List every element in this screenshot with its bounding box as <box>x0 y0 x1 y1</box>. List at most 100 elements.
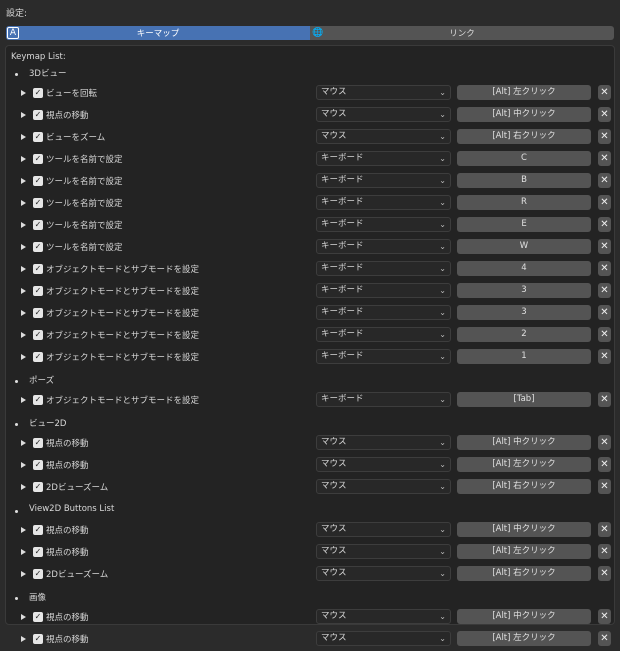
enabled-checkbox[interactable]: ✓ <box>33 395 43 405</box>
remove-item-button[interactable]: ✕ <box>598 151 611 166</box>
enabled-checkbox[interactable]: ✓ <box>33 264 43 274</box>
enabled-checkbox[interactable]: ✓ <box>33 176 43 186</box>
input-type-dropdown[interactable]: キーボード ⌄ <box>316 239 451 254</box>
enabled-checkbox[interactable]: ✓ <box>33 482 43 492</box>
key-binding-button[interactable]: [Alt] 左クリック <box>457 457 591 472</box>
expand-triangle-icon[interactable] <box>21 134 26 140</box>
key-binding-button[interactable]: [Alt] 右クリック <box>457 479 591 494</box>
expand-triangle-icon[interactable] <box>21 244 26 250</box>
enabled-checkbox[interactable]: ✓ <box>33 634 43 644</box>
remove-item-button[interactable]: ✕ <box>598 522 611 537</box>
key-binding-button[interactable]: [Alt] 左クリック <box>457 631 591 646</box>
key-binding-button[interactable]: R <box>457 195 591 210</box>
enabled-checkbox[interactable]: ✓ <box>33 110 43 120</box>
remove-item-button[interactable]: ✕ <box>598 392 611 407</box>
remove-item-button[interactable]: ✕ <box>598 457 611 472</box>
keymap-group-header[interactable]: ポーズ <box>6 373 614 390</box>
input-type-dropdown[interactable]: キーボード ⌄ <box>316 283 451 298</box>
key-binding-button[interactable]: [Alt] 左クリック <box>457 544 591 559</box>
remove-item-button[interactable]: ✕ <box>598 631 611 646</box>
input-type-dropdown[interactable]: マウス ⌄ <box>316 457 451 472</box>
input-type-dropdown[interactable]: マウス ⌄ <box>316 609 451 624</box>
expand-triangle-icon[interactable] <box>21 614 26 620</box>
input-type-dropdown[interactable]: マウス ⌄ <box>316 544 451 559</box>
enabled-checkbox[interactable]: ✓ <box>33 438 43 448</box>
remove-item-button[interactable]: ✕ <box>598 173 611 188</box>
input-type-dropdown[interactable]: キーボード ⌄ <box>316 217 451 232</box>
enabled-checkbox[interactable]: ✓ <box>33 308 43 318</box>
keymap-group-header[interactable]: ビュー2D <box>6 416 614 433</box>
remove-item-button[interactable]: ✕ <box>598 609 611 624</box>
remove-item-button[interactable]: ✕ <box>598 435 611 450</box>
input-type-dropdown[interactable]: マウス ⌄ <box>316 85 451 100</box>
enabled-checkbox[interactable]: ✓ <box>33 612 43 622</box>
input-type-dropdown[interactable]: キーボード ⌄ <box>316 151 451 166</box>
remove-item-button[interactable]: ✕ <box>598 544 611 559</box>
expand-triangle-icon[interactable] <box>21 222 26 228</box>
keymap-group-header[interactable]: View2D Buttons List <box>6 503 614 520</box>
input-type-dropdown[interactable]: マウス ⌄ <box>316 566 451 581</box>
input-type-dropdown[interactable]: マウス ⌄ <box>316 129 451 144</box>
input-type-dropdown[interactable]: マウス ⌄ <box>316 479 451 494</box>
expand-triangle-icon[interactable] <box>21 178 26 184</box>
input-type-dropdown[interactable]: キーボード ⌄ <box>316 195 451 210</box>
expand-triangle-icon[interactable] <box>21 200 26 206</box>
remove-item-button[interactable]: ✕ <box>598 217 611 232</box>
keymap-group-header[interactable]: 3Dビュー <box>6 66 614 83</box>
expand-triangle-icon[interactable] <box>21 462 26 468</box>
expand-triangle-icon[interactable] <box>21 354 26 360</box>
remove-item-button[interactable]: ✕ <box>598 327 611 342</box>
enabled-checkbox[interactable]: ✓ <box>33 198 43 208</box>
key-binding-button[interactable]: [Alt] 中クリック <box>457 609 591 624</box>
key-binding-button[interactable]: 4 <box>457 261 591 276</box>
enabled-checkbox[interactable]: ✓ <box>33 88 43 98</box>
key-binding-button[interactable]: [Alt] 中クリック <box>457 107 591 122</box>
expand-triangle-icon[interactable] <box>21 440 26 446</box>
input-type-dropdown[interactable]: キーボード ⌄ <box>316 349 451 364</box>
expand-triangle-icon[interactable] <box>21 332 26 338</box>
remove-item-button[interactable]: ✕ <box>598 283 611 298</box>
tab-keymap[interactable]: A キーマップ <box>6 26 310 40</box>
input-type-dropdown[interactable]: キーボード ⌄ <box>316 305 451 320</box>
input-type-dropdown[interactable]: マウス ⌄ <box>316 631 451 646</box>
enabled-checkbox[interactable]: ✓ <box>33 352 43 362</box>
expand-triangle-icon[interactable] <box>21 156 26 162</box>
key-binding-button[interactable]: B <box>457 173 591 188</box>
expand-triangle-icon[interactable] <box>21 636 26 642</box>
key-binding-button[interactable]: [Alt] 中クリック <box>457 522 591 537</box>
enabled-checkbox[interactable]: ✓ <box>33 154 43 164</box>
expand-triangle-icon[interactable] <box>21 112 26 118</box>
enabled-checkbox[interactable]: ✓ <box>33 242 43 252</box>
expand-triangle-icon[interactable] <box>21 397 26 403</box>
key-binding-button[interactable]: 2 <box>457 327 591 342</box>
key-binding-button[interactable]: 3 <box>457 283 591 298</box>
remove-item-button[interactable]: ✕ <box>598 129 611 144</box>
keymap-group-header[interactable]: 画像 <box>6 590 614 607</box>
input-type-dropdown[interactable]: マウス ⌄ <box>316 435 451 450</box>
enabled-checkbox[interactable]: ✓ <box>33 286 43 296</box>
enabled-checkbox[interactable]: ✓ <box>33 569 43 579</box>
expand-triangle-icon[interactable] <box>21 527 26 533</box>
expand-triangle-icon[interactable] <box>21 549 26 555</box>
key-binding-button[interactable]: E <box>457 217 591 232</box>
input-type-dropdown[interactable]: キーボード ⌄ <box>316 261 451 276</box>
remove-item-button[interactable]: ✕ <box>598 195 611 210</box>
key-binding-button[interactable]: [Tab] <box>457 392 591 407</box>
remove-item-button[interactable]: ✕ <box>598 85 611 100</box>
enabled-checkbox[interactable]: ✓ <box>33 330 43 340</box>
input-type-dropdown[interactable]: キーボード ⌄ <box>316 392 451 407</box>
tab-link[interactable]: 🌐 リンク <box>310 26 614 40</box>
key-binding-button[interactable]: 1 <box>457 349 591 364</box>
key-binding-button[interactable]: [Alt] 中クリック <box>457 435 591 450</box>
remove-item-button[interactable]: ✕ <box>598 261 611 276</box>
expand-triangle-icon[interactable] <box>21 90 26 96</box>
input-type-dropdown[interactable]: マウス ⌄ <box>316 107 451 122</box>
expand-triangle-icon[interactable] <box>21 288 26 294</box>
key-binding-button[interactable]: C <box>457 151 591 166</box>
input-type-dropdown[interactable]: マウス ⌄ <box>316 522 451 537</box>
key-binding-button[interactable]: W <box>457 239 591 254</box>
enabled-checkbox[interactable]: ✓ <box>33 460 43 470</box>
enabled-checkbox[interactable]: ✓ <box>33 132 43 142</box>
remove-item-button[interactable]: ✕ <box>598 566 611 581</box>
remove-item-button[interactable]: ✕ <box>598 349 611 364</box>
